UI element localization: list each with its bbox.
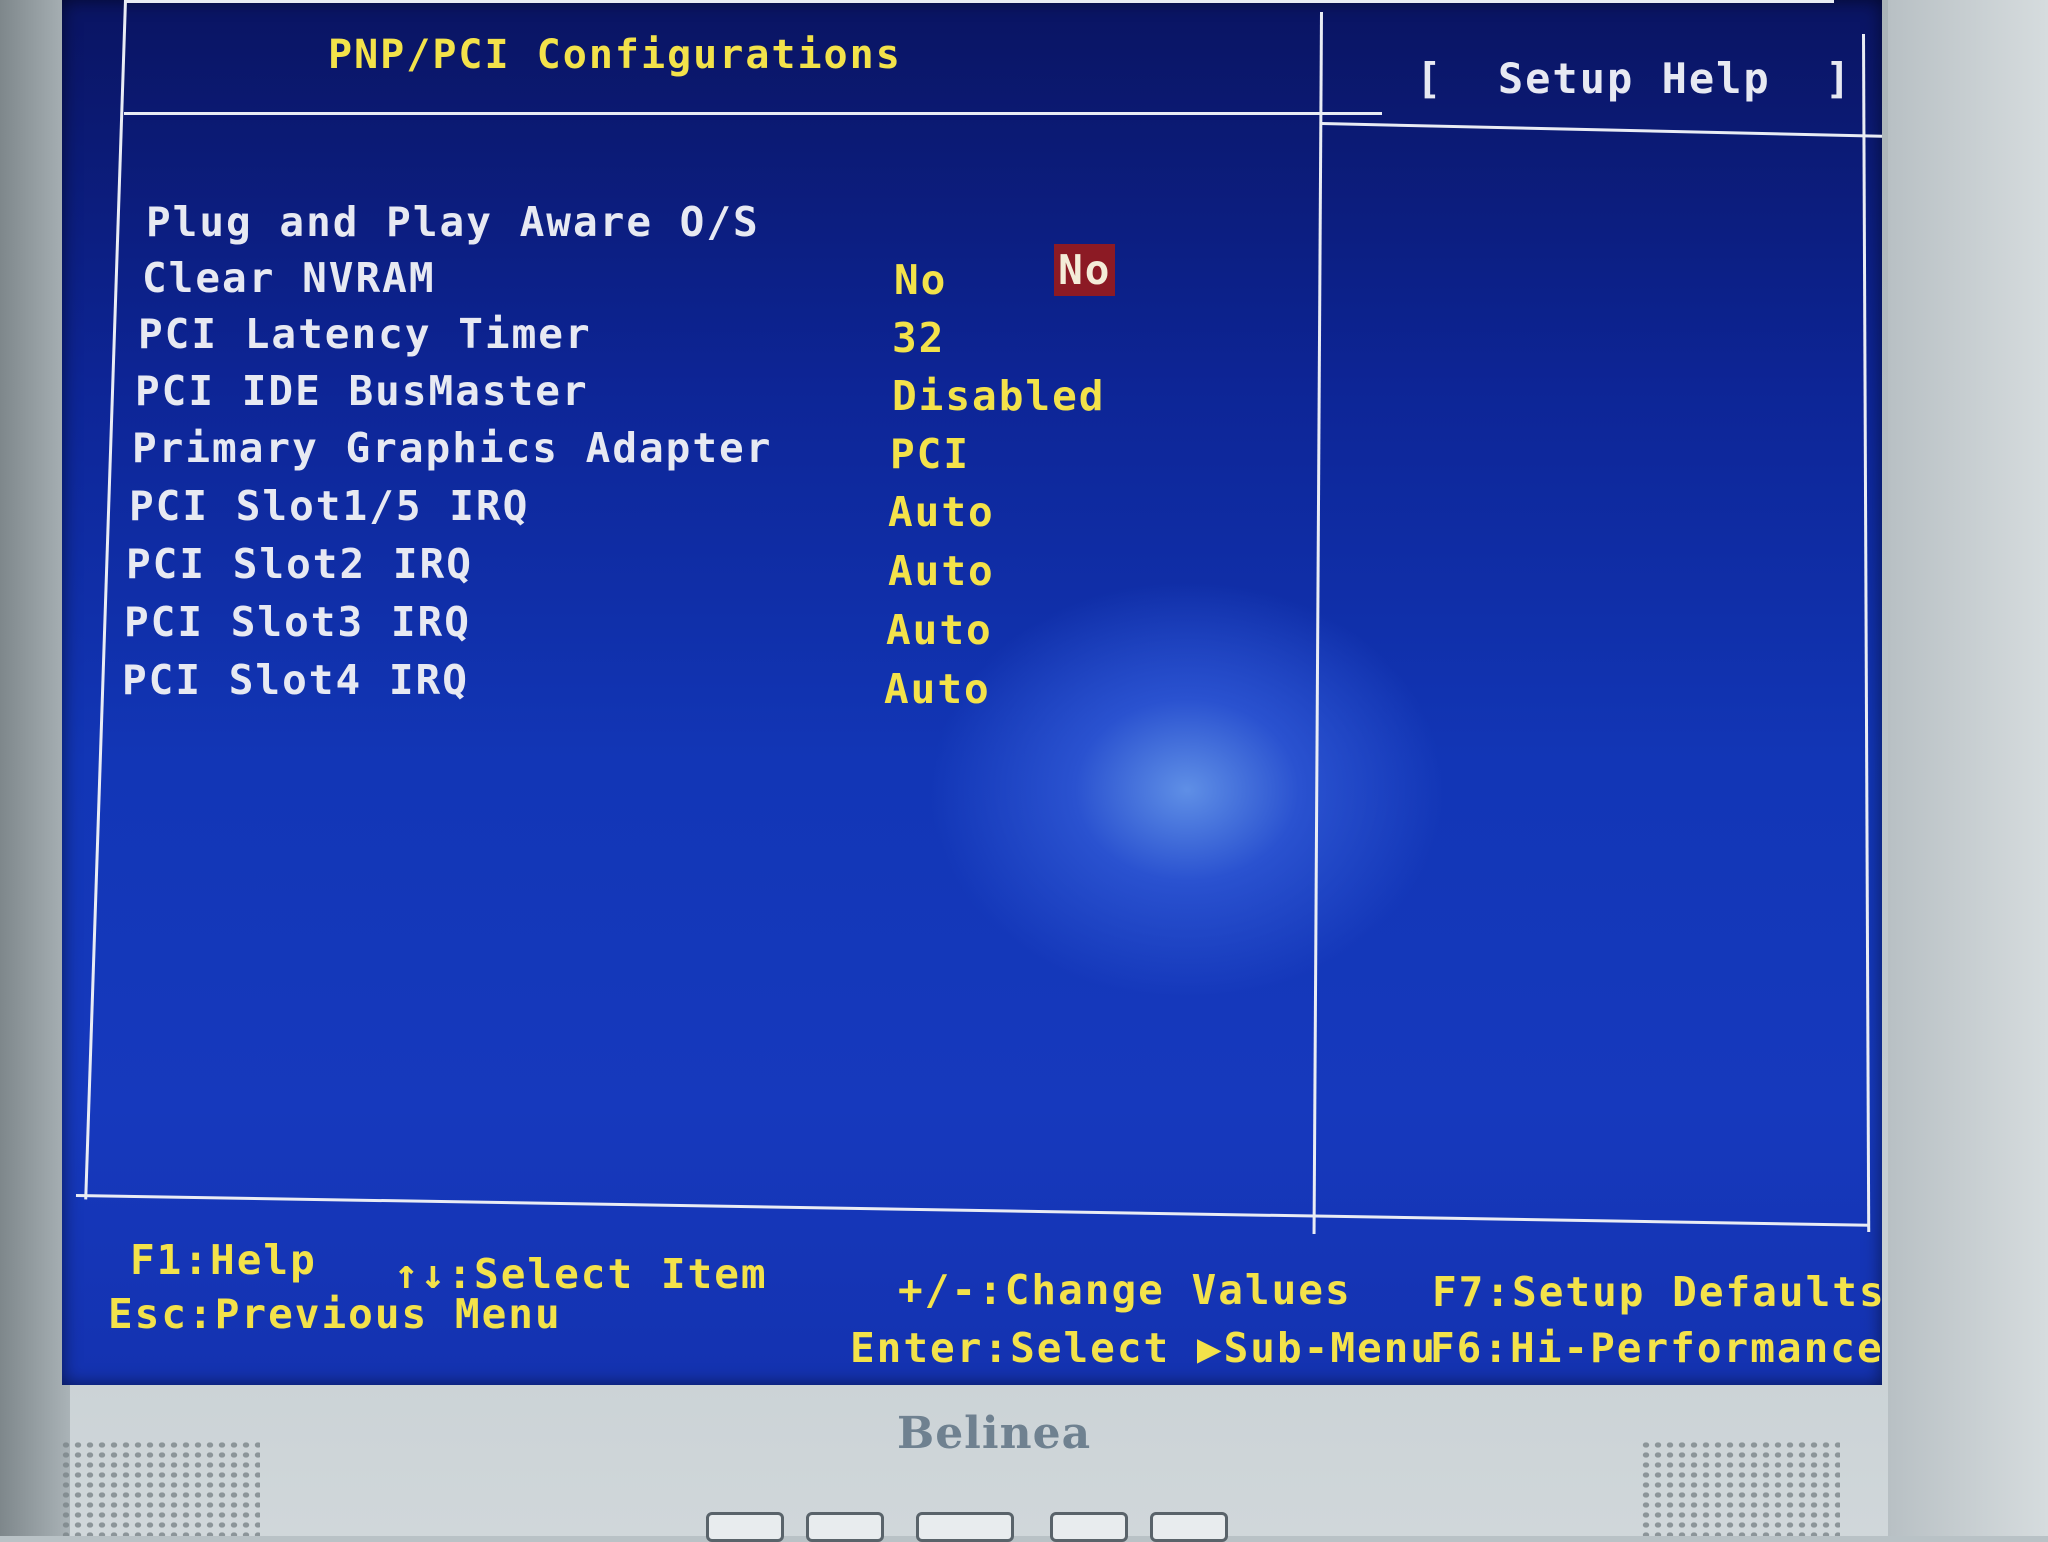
right-frame-line [1862, 33, 1871, 1232]
title-divider-right [1321, 122, 1882, 139]
setup-help-title: [ Setup Help ] [1416, 54, 1853, 103]
bezel-shadow-left [0, 0, 70, 1536]
setting-value[interactable]: Auto [884, 665, 991, 713]
top-frame-line [124, 0, 1834, 3]
setting-value[interactable]: 32 [892, 314, 945, 362]
setting-value[interactable]: Auto [888, 547, 995, 595]
setting-value[interactable]: Disabled [892, 372, 1105, 420]
setting-label: PCI Slot2 IRQ [126, 540, 473, 588]
monitor-button-5[interactable] [1150, 1512, 1228, 1542]
bios-screen: PNP/PCI Configurations [ Setup Help ] Pl… [62, 0, 1882, 1385]
selected-value-text: No [1054, 244, 1116, 296]
setting-value[interactable]: Auto [886, 606, 993, 654]
setting-label: Clear NVRAM [142, 254, 436, 302]
setting-label: Primary Graphics Adapter [132, 424, 773, 472]
footer-enter-select-submenu: Enter:Select ▶Sub-Menu [850, 1324, 1438, 1372]
monitor-button-1[interactable] [706, 1512, 784, 1542]
setting-label: Plug and Play Aware O/S [146, 198, 760, 246]
monitor-button-3[interactable] [916, 1512, 1014, 1542]
title-divider-left [124, 112, 1382, 115]
footer-change-values: +/-:Change Values [898, 1266, 1352, 1314]
left-speaker-grille [60, 1440, 260, 1536]
monitor-button-4[interactable] [1050, 1512, 1128, 1542]
page-title: PNP/PCI Configurations [328, 32, 902, 78]
bezel-shadow-right [1888, 0, 2048, 1536]
setting-label: PCI Slot1/5 IRQ [129, 482, 530, 530]
setting-label: PCI Latency Timer [138, 310, 592, 358]
monitor-button-2[interactable] [806, 1512, 884, 1542]
setting-value[interactable]: No [894, 256, 947, 304]
right-speaker-grille [1640, 1440, 1840, 1536]
panel-divider-line [1312, 12, 1323, 1234]
setting-value[interactable]: PCI [890, 430, 970, 478]
setting-label: PCI Slot3 IRQ [124, 598, 471, 646]
footer-f7-setup-defaults: F7:Setup Defaults [1432, 1268, 1882, 1316]
footer-f1-help: F1:Help [130, 1236, 317, 1284]
setting-label: PCI IDE BusMaster [135, 367, 589, 415]
setting-value[interactable]: Auto [888, 488, 995, 536]
monitor-brand-logo: Belinea [897, 1408, 1092, 1459]
footer-f6-hi-performance: F6:Hi-Performance [1430, 1324, 1882, 1372]
setting-label: PCI Slot4 IRQ [122, 656, 469, 704]
left-frame-line [84, 0, 127, 1200]
footer-esc-previous-menu: Esc:Previous Menu [108, 1290, 562, 1338]
bottom-frame-line [75, 1194, 1870, 1227]
